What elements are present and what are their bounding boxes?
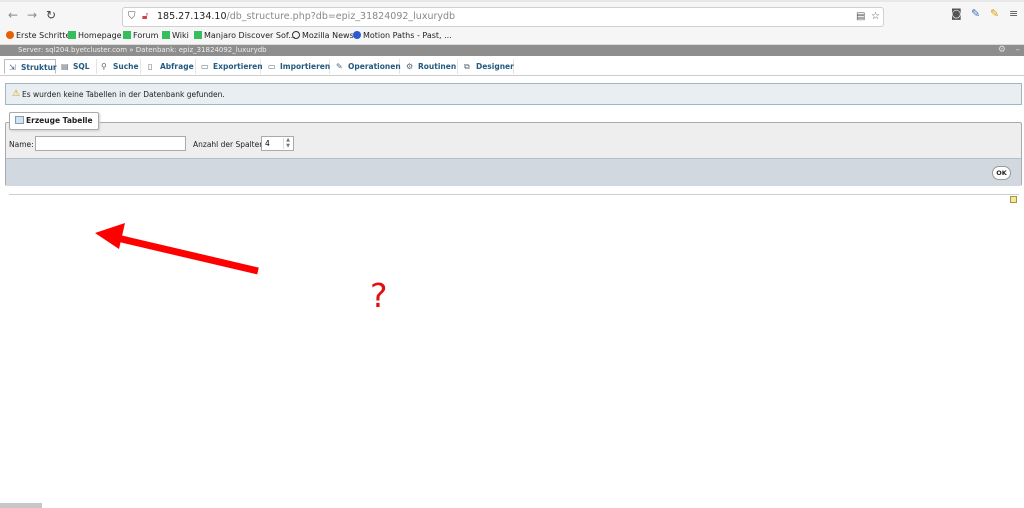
table-add-icon — [15, 116, 24, 124]
columns-label: Anzahl der Spalten: — [193, 140, 267, 149]
bookmark-mozilla-news[interactable]: Mozilla News — [292, 31, 354, 40]
import-icon: ▭ — [268, 62, 276, 71]
tab-operationen[interactable]: ✎ Operationen — [332, 59, 401, 74]
query-icon: ▯ — [148, 62, 153, 71]
tab-designer[interactable]: ⧉ Designer — [460, 59, 514, 74]
table-name-input[interactable] — [35, 136, 186, 151]
columns-count-input[interactable]: 4 ▲ ▼ — [261, 136, 294, 151]
tab-abfrage[interactable]: ▯ Abfrage — [144, 59, 196, 74]
columns-count-value: 4 — [265, 139, 270, 148]
export-icon: ▭ — [201, 62, 209, 71]
warning-icon: ⚠ — [12, 89, 21, 99]
forward-icon[interactable]: → — [27, 8, 37, 22]
tab-importieren[interactable]: ▭ Importieren — [264, 59, 330, 74]
search-icon: ⚲ — [101, 62, 107, 71]
eyedropper-icon[interactable]: ✎ — [971, 7, 980, 20]
console-icon[interactable] — [1010, 196, 1017, 203]
bookmark-motion-paths[interactable]: Motion Paths - Past, ... — [353, 31, 452, 40]
bookmark-star-icon[interactable]: ☆ — [871, 11, 880, 22]
ok-button[interactable]: OK — [992, 166, 1011, 180]
sql-icon: ▤ — [61, 62, 69, 71]
pma-breadcrumb-bar: Server: sql204.byetcluster.com » Datenba… — [0, 45, 1024, 56]
manjaro-icon — [162, 31, 170, 39]
manjaro-icon — [194, 31, 202, 39]
manjaro-icon — [68, 31, 76, 39]
url-text[interactable]: 185.27.134.10/db_structure.php?db=epiz_3… — [157, 11, 455, 22]
spinner-icon[interactable]: ▲ ▼ — [283, 137, 292, 149]
breadcrumb-database[interactable]: Datenbank: epiz_31824092_luxurydb — [136, 46, 267, 54]
reload-icon[interactable]: ↻ — [46, 8, 56, 22]
reader-view-icon[interactable]: ▤ — [856, 11, 865, 22]
menu-icon[interactable]: ≡ — [1009, 7, 1018, 20]
structure-icon: ⇲ — [9, 63, 16, 72]
divider — [9, 194, 1019, 195]
gear-icon[interactable]: ⚙ — [998, 45, 1006, 55]
tab-exportieren[interactable]: ▭ Exportieren — [197, 59, 263, 74]
bookmark-forum[interactable]: Forum — [123, 31, 158, 40]
name-label: Name: — [9, 140, 34, 149]
tab-sql[interactable]: ▤ SQL — [57, 59, 97, 74]
arrow-shaft — [112, 233, 259, 275]
operations-icon: ✎ — [336, 62, 343, 71]
breadcrumb: Server: sql204.byetcluster.com » Datenba… — [18, 46, 267, 54]
browser-navbar: ← → ↻ ⛉ 🔓︎ 185.27.134.10/db_structure.ph… — [0, 2, 1024, 30]
form-footer — [6, 158, 1021, 186]
pocket-icon[interactable]: ◙ — [951, 7, 962, 20]
insecure-lock-icon[interactable]: 🔓︎ — [142, 11, 148, 22]
no-tables-notice: ⚠ Es wurden keine Tabellen in der Datenb… — [5, 83, 1022, 105]
question-mark-annotation: ? — [370, 276, 388, 315]
red-arrow-annotation — [95, 223, 259, 275]
tab-suche[interactable]: ⚲ Suche — [97, 59, 141, 74]
firefox-icon — [6, 31, 14, 39]
extension-icon[interactable]: ✎ — [990, 7, 999, 20]
bookmark-homepage[interactable]: Homepage — [68, 31, 122, 40]
designer-icon: ⧉ — [464, 62, 470, 71]
globe-icon — [292, 31, 300, 39]
tab-struktur[interactable]: ⇲ Struktur — [4, 59, 57, 74]
collapse-icon[interactable]: – — [1016, 45, 1021, 55]
bookmark-manjaro-discover[interactable]: Manjaro Discover Sof... — [194, 31, 296, 40]
bookmark-wiki[interactable]: Wiki — [162, 31, 189, 40]
breadcrumb-server[interactable]: Server: sql204.byetcluster.com — [18, 46, 127, 54]
tab-routinen[interactable]: ⚙ Routinen — [402, 59, 458, 74]
manjaro-icon — [123, 31, 131, 39]
url-bar[interactable]: ⛉ 🔓︎ 185.27.134.10/db_structure.php?db=e… — [122, 7, 884, 27]
routines-icon: ⚙ — [406, 62, 414, 71]
pma-tabs: ⇲ Struktur ▤ SQL ⚲ Suche ▯ Abfrage ▭ Exportie… — [0, 57, 1024, 76]
shield-icon[interactable]: ⛉ — [128, 11, 136, 22]
blue-circle-icon — [353, 31, 361, 39]
bookmark-erste-schritte[interactable]: Erste Schritte — [6, 31, 70, 40]
horizontal-scrollbar[interactable] — [0, 503, 42, 508]
back-icon[interactable]: ← — [8, 8, 18, 22]
notice-text: Es wurden keine Tabellen in der Datenban… — [22, 90, 225, 99]
create-table-legend: Erzeuge Tabelle — [9, 112, 99, 130]
arrow-head — [95, 223, 125, 249]
bookmarks-bar: Erste Schritte Homepage Forum Wiki Manja… — [0, 29, 1024, 45]
